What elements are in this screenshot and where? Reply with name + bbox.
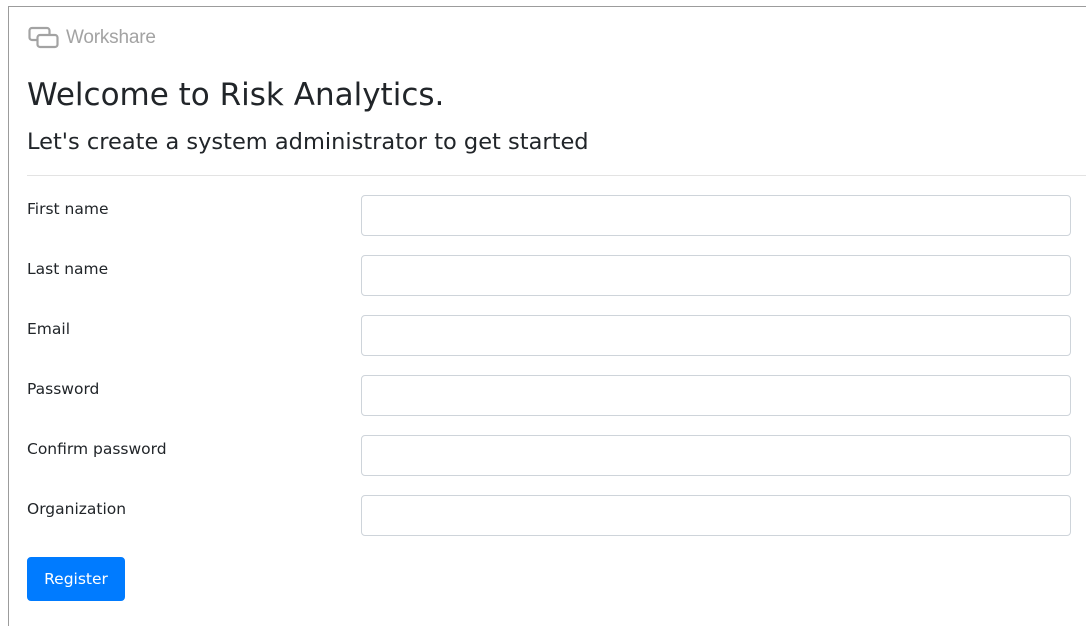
password-label: Password: [27, 380, 100, 398]
form-row-password: Password: [27, 375, 1086, 417]
page-frame: Workshare Welcome to Risk Analytics. Let…: [8, 6, 1086, 626]
last-name-input[interactable]: [361, 255, 1071, 296]
organization-label: Organization: [27, 500, 127, 518]
form-row-email: Email: [27, 315, 1086, 357]
organization-input[interactable]: [361, 495, 1071, 536]
first-name-input[interactable]: [361, 195, 1071, 236]
confirm-password-label: Confirm password: [27, 440, 167, 458]
register-button[interactable]: Register: [27, 557, 125, 601]
form-row-first-name: First name: [27, 195, 1086, 237]
divider: [27, 175, 1086, 176]
form-row-last-name: Last name: [27, 255, 1086, 297]
brand: Workshare: [28, 24, 156, 52]
first-name-label: First name: [27, 200, 109, 218]
form-row-confirm-password: Confirm password: [27, 435, 1086, 477]
password-input[interactable]: [361, 375, 1071, 416]
last-name-label: Last name: [27, 260, 109, 278]
email-label: Email: [27, 320, 71, 338]
page-subtitle: Let's create a system administrator to g…: [27, 129, 589, 155]
page-title: Welcome to Risk Analytics.: [27, 77, 445, 113]
workshare-logo-icon: [28, 26, 59, 49]
confirm-password-input[interactable]: [361, 435, 1071, 476]
form-row-organization: Organization: [27, 495, 1086, 537]
email-input[interactable]: [361, 315, 1071, 356]
brand-name: Workshare: [66, 27, 156, 48]
